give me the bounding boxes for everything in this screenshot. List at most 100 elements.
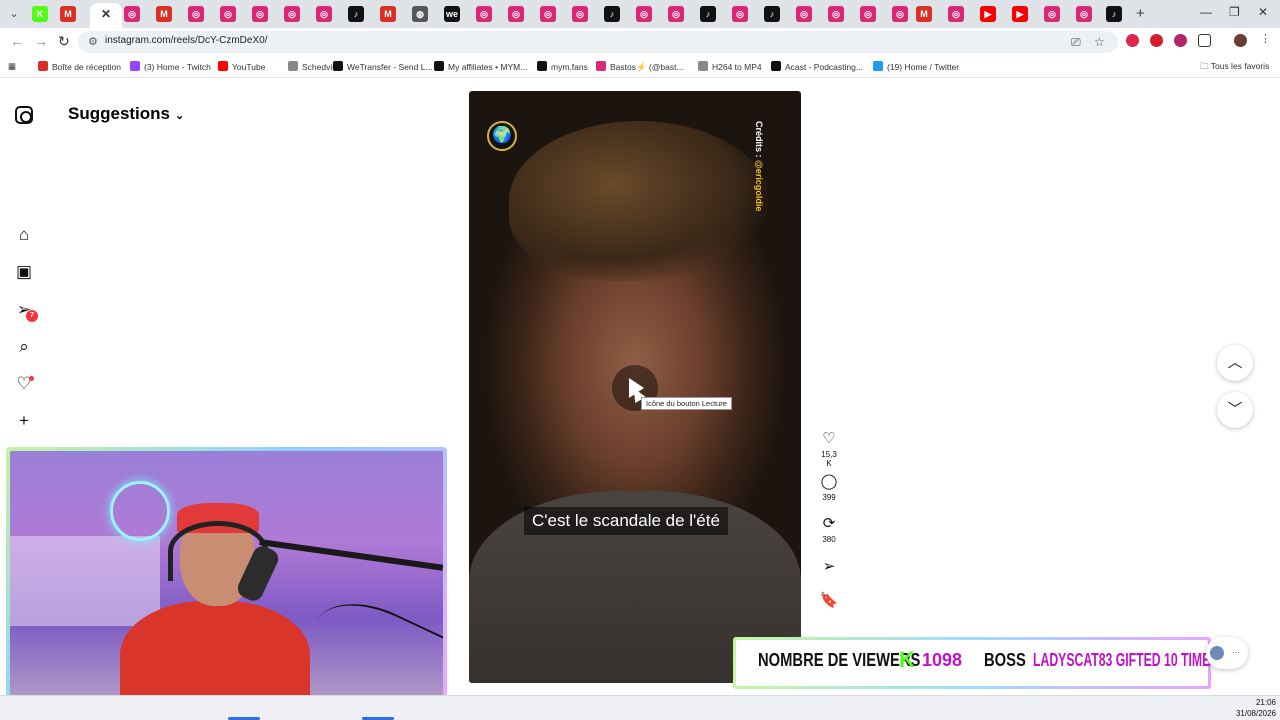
reels-icon[interactable]: ▣ (14, 262, 34, 282)
instagram-icon[interactable]: ◎ (124, 6, 140, 22)
viewers-count: 1098 (922, 650, 963, 670)
bookmark-item[interactable]: WeTransfer - Send L... (333, 61, 433, 72)
instagram-icon[interactable]: ◎ (508, 6, 524, 22)
instagram-icon[interactable]: ◎ (636, 6, 652, 22)
active-tab[interactable]: ✕ (90, 3, 122, 28)
instagram-icon[interactable]: ◎ (188, 6, 204, 22)
bookmark-item[interactable]: (19) Home / Twitter (873, 61, 959, 72)
share-icon[interactable]: ➢ (818, 558, 840, 576)
save-action[interactable]: 🔖 (818, 592, 840, 610)
gmail-icon[interactable]: M (156, 6, 172, 22)
address-bar[interactable]: ⚙ instagram.com/reels/DcY-CzmDeX0/ ⎚ ☆ (78, 31, 1118, 53)
reload-icon[interactable]: ↻ (58, 33, 70, 50)
profile-avatar[interactable] (1234, 34, 1247, 47)
comment-icon[interactable]: ◯ (818, 473, 840, 491)
kick-icon[interactable]: K (32, 6, 48, 22)
bookmark-item[interactable]: H264 to MP4 (698, 61, 762, 72)
instagram-icon[interactable]: ◎ (540, 6, 556, 22)
extension-icon[interactable] (1150, 34, 1163, 47)
search-icon[interactable]: ⌕ (14, 337, 34, 357)
instagram-icon[interactable]: ◎ (572, 6, 588, 22)
bookmark-item[interactable]: YouTube (218, 61, 265, 72)
tiktok-icon[interactable]: ♪ (348, 6, 364, 22)
avatar (1210, 646, 1224, 660)
forward-icon[interactable]: → (34, 33, 48, 49)
bookmark-item[interactable]: Schedvin (288, 61, 337, 72)
bookmark-star-icon[interactable]: ☆ (1094, 35, 1105, 49)
previous-reel-button[interactable]: ︿ (1217, 345, 1253, 381)
bookmark-icon[interactable]: 🔖 (818, 592, 840, 610)
repost-action[interactable]: ⟳ 380 (818, 515, 840, 544)
instagram-icon[interactable]: ◎ (284, 6, 300, 22)
home-icon[interactable]: ⌂ (14, 225, 34, 245)
instagram-icon[interactable]: ◎ (316, 6, 332, 22)
instagram-icon[interactable]: ◎ (892, 6, 908, 22)
instagram-icon[interactable]: ◎ (1076, 6, 1092, 22)
new-tab-icon[interactable]: + (1136, 5, 1145, 22)
like-action[interactable]: ♡ 15,3 K (818, 430, 840, 468)
gmail-icon[interactable]: M (916, 6, 932, 22)
instagram-icon[interactable]: ◎ (668, 6, 684, 22)
menu-kebab-icon[interactable]: ⋮ (1260, 32, 1271, 45)
messages-pill[interactable]: ··· (1206, 637, 1248, 669)
repost-count: 380 (822, 535, 836, 544)
tab-strip: ⌄ K M ◎ M ◎ ◎ ◎ ◎ ◎ ♪ M ◍ we ◎ ◎ ◎ ◎ ♪ ◎ ◎ ♪ ◎ ♪ ◎ ◎ ◎ ◎ M ◎ ▶ ▶ ◎ ◎ ♪ ✕ … (0, 0, 1280, 28)
create-plus-icon[interactable]: + (14, 411, 34, 431)
bookmark-item[interactable]: Boîte de réception (38, 61, 121, 72)
webcam-feed (10, 451, 443, 710)
bookmark-item[interactable]: Acast - Podcasting... (771, 61, 863, 72)
neon-sign (110, 481, 170, 541)
tiktok-icon[interactable]: ♪ (764, 6, 780, 22)
instagram-icon[interactable]: ◎ (860, 6, 876, 22)
system-clock[interactable]: 21:06 31/08/2026 (1230, 697, 1276, 719)
messages-more: ··· (1232, 648, 1240, 657)
bookmark-item[interactable]: (3) Home - Twitch (130, 61, 211, 72)
install-app-icon[interactable]: ⎚ (1071, 35, 1081, 50)
youtube-icon[interactable]: ▶ (1012, 6, 1028, 22)
instagram-icon[interactable]: ◎ (796, 6, 812, 22)
extension-icon[interactable] (1174, 34, 1187, 47)
boss-label: BOSS (984, 650, 1026, 670)
instagram-icon[interactable]: ◎ (476, 6, 492, 22)
tiktok-icon[interactable]: ♪ (700, 6, 716, 22)
globe-icon[interactable]: ◍ (412, 6, 428, 22)
next-reel-button[interactable]: ﹀ (1217, 392, 1253, 428)
all-bookmarks-folder[interactable]: 🗀 Tous les favoris (1200, 61, 1269, 75)
restore-icon[interactable]: ❐ (1229, 5, 1240, 19)
extensions-puzzle-icon[interactable] (1198, 34, 1211, 47)
adblock-extension-icon[interactable] (1126, 34, 1139, 47)
comment-action[interactable]: ◯ 399 (818, 473, 840, 502)
tiktok-icon[interactable]: ♪ (604, 6, 620, 22)
apps-grid-icon[interactable]: ▦ (8, 61, 16, 72)
site-info-icon[interactable]: ⚙ (88, 35, 98, 48)
mic-cable (299, 585, 443, 710)
instagram-icon[interactable]: ◎ (252, 6, 268, 22)
reel-video[interactable]: 🌍 Crédits : @ericgoldie C'est le scandal… (469, 91, 801, 683)
wetransfer-icon[interactable]: we (444, 6, 460, 22)
url-text[interactable]: instagram.com/reels/DcY-CzmDeX0/ (105, 35, 267, 46)
back-icon[interactable]: ← (10, 33, 24, 49)
instagram-icon[interactable]: ◎ (220, 6, 236, 22)
gmail-icon[interactable]: M (380, 6, 396, 22)
youtube-icon[interactable]: ▶ (980, 6, 996, 22)
minimize-icon[interactable]: — (1200, 5, 1212, 19)
window-close-icon[interactable]: ✕ (1258, 5, 1268, 19)
bookmark-item[interactable]: mym.fans (537, 61, 588, 72)
close-tab-icon[interactable]: ✕ (101, 7, 111, 21)
bookmark-item[interactable]: My affiliates • MYM... (434, 61, 527, 72)
instagram-icon[interactable]: ◎ (1044, 6, 1060, 22)
instagram-icon[interactable]: ◎ (828, 6, 844, 22)
heart-icon[interactable]: ♡ (818, 430, 840, 448)
tab-search-icon[interactable]: ⌄ (6, 6, 22, 22)
share-action[interactable]: ➢ (818, 558, 840, 576)
bookmark-item[interactable]: Bastos⚡ (@bast... (596, 61, 684, 73)
instagram-icon[interactable]: ◎ (948, 6, 964, 22)
instagram-logo-icon[interactable] (15, 106, 33, 124)
bookmark-favicon-icon (873, 61, 883, 71)
repost-icon[interactable]: ⟳ (818, 515, 840, 533)
instagram-icon[interactable]: ◎ (732, 6, 748, 22)
tiktok-icon[interactable]: ♪ (1106, 6, 1122, 22)
video-subtitle: C'est le scandale de l'été (524, 507, 728, 535)
gmail-icon[interactable]: M (60, 6, 76, 22)
suggestions-dropdown[interactable]: Suggestions ⌄ (68, 104, 184, 124)
